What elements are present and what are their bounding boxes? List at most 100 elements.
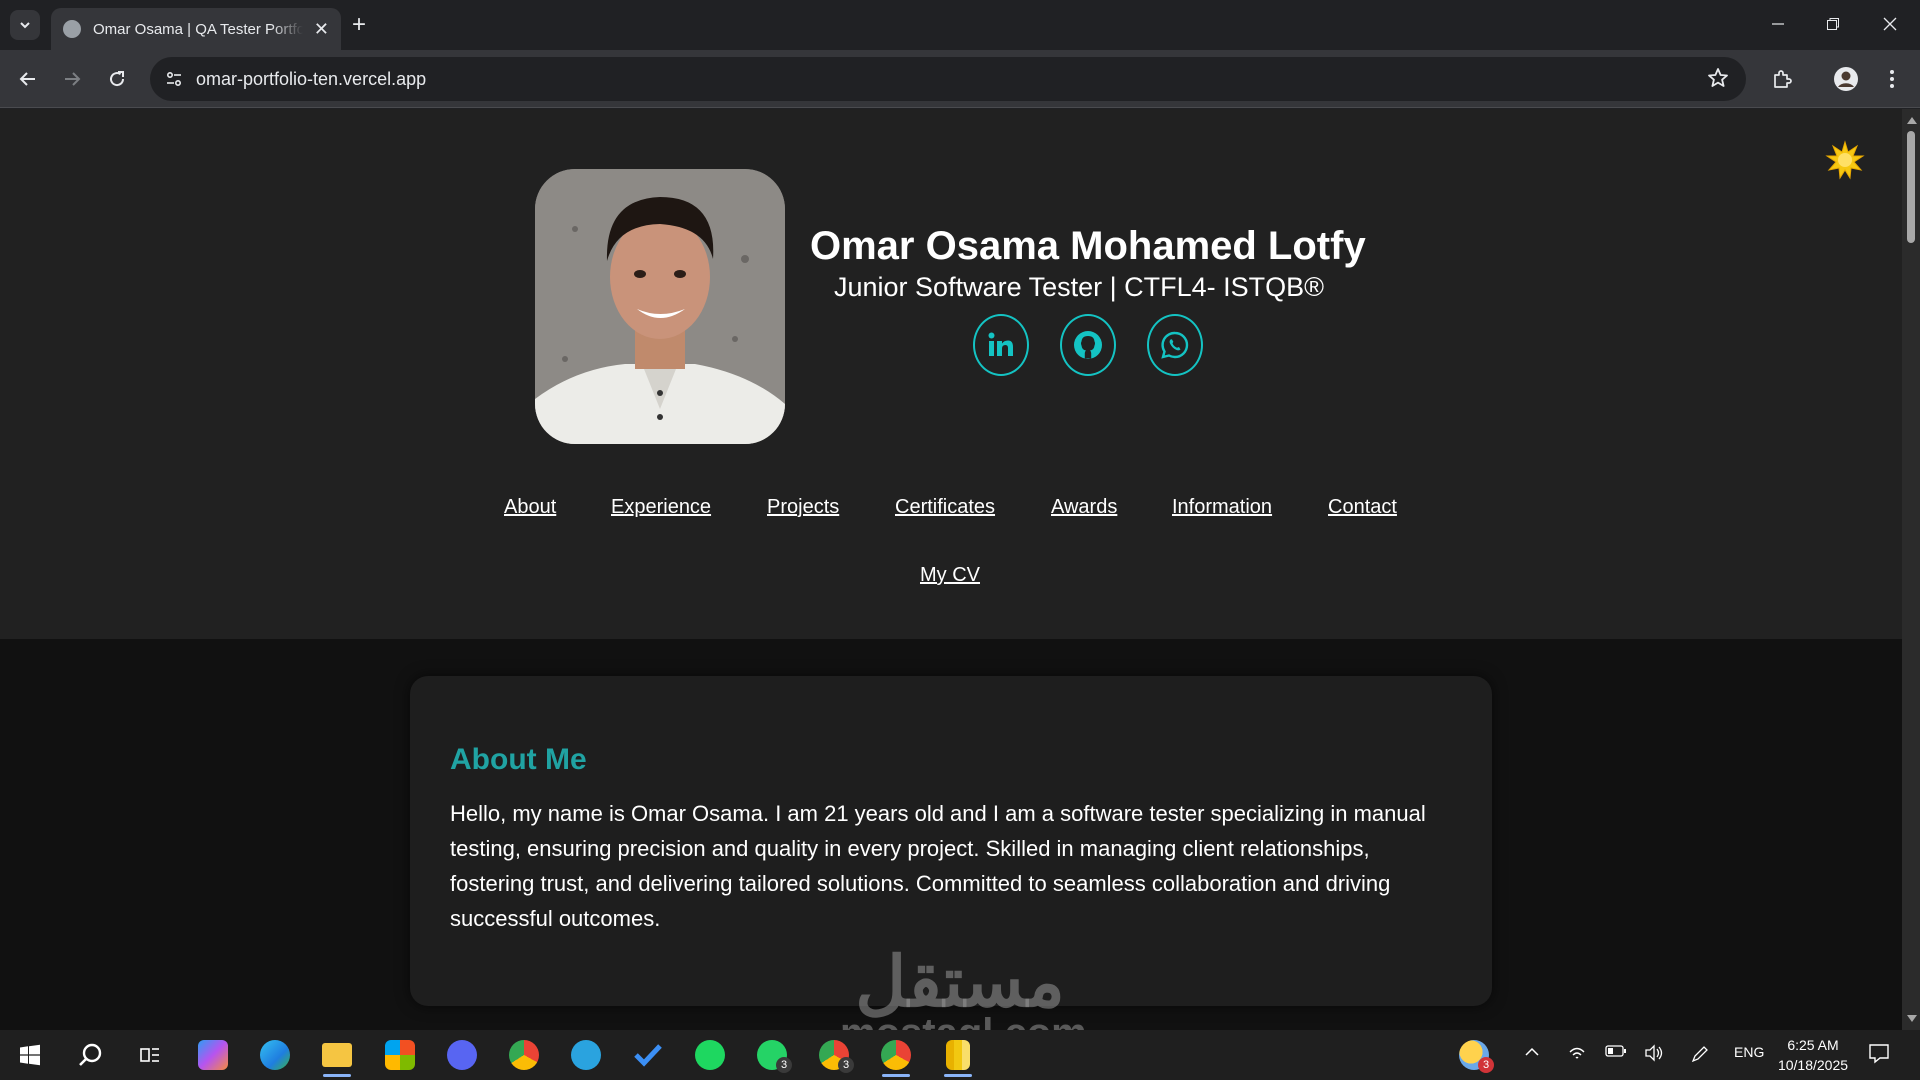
address-bar[interactable]: omar-portfolio-ten.vercel.app [150, 57, 1746, 101]
tab-close-icon[interactable]: ✕ [314, 20, 329, 38]
chrome-active-app[interactable] [876, 1035, 916, 1077]
chrome-icon [509, 1040, 539, 1070]
tab-title: Omar Osama | QA Tester Portfolio [93, 20, 303, 38]
windows-icon [20, 1044, 40, 1066]
clock-time: 6:25 AM [1787, 1037, 1839, 1053]
sun-icon[interactable] [1825, 140, 1865, 180]
discord-icon [447, 1040, 477, 1070]
minimize-icon [1772, 23, 1784, 25]
task-view-icon [140, 1048, 159, 1062]
scroll-up-arrow[interactable] [1907, 117, 1917, 124]
whatsapp-badge: 3 [776, 1057, 792, 1073]
scroll-thumb[interactable] [1907, 131, 1915, 243]
telegram-app[interactable] [566, 1035, 606, 1075]
restore-icon [1827, 18, 1839, 30]
volume-icon[interactable] [1644, 1044, 1664, 1065]
profile-name: Omar Osama Mohamed Lotfy [810, 224, 1366, 268]
forward-button[interactable] [56, 63, 88, 95]
profile-photo [535, 169, 785, 444]
page-viewport: Omar Osama Mohamed Lotfy Junior Software… [0, 109, 1902, 1030]
chevron-down-icon [20, 22, 30, 29]
notification-center-icon[interactable] [1868, 1042, 1890, 1067]
task-view-button[interactable] [130, 1035, 170, 1075]
weather-badge: 3 [1478, 1057, 1494, 1073]
chevron-up-icon[interactable] [1524, 1044, 1540, 1063]
clock-date: 10/18/2025 [1777, 1057, 1849, 1073]
battery-icon[interactable] [1605, 1044, 1627, 1061]
nav-experience[interactable]: Experience [611, 496, 711, 519]
url-text[interactable]: omar-portfolio-ten.vercel.app [196, 69, 426, 90]
store-icon [385, 1040, 415, 1070]
chrome-profile-app[interactable]: 3 [814, 1035, 854, 1075]
search-icon [79, 1043, 102, 1066]
nav-awards[interactable]: Awards [1051, 496, 1117, 519]
browser-toolbar: omar-portfolio-ten.vercel.app [0, 50, 1920, 108]
folder-icon [322, 1043, 352, 1067]
todo-app[interactable] [628, 1035, 668, 1075]
pen-icon[interactable] [1690, 1044, 1710, 1067]
search-button[interactable] [70, 1035, 110, 1075]
back-button[interactable] [12, 63, 44, 95]
github-link[interactable] [1060, 314, 1116, 376]
nav-contact[interactable]: Contact [1328, 496, 1397, 519]
active-app-indicator [882, 1074, 910, 1077]
chrome-app[interactable] [504, 1035, 544, 1075]
language-indicator[interactable]: ENG [1734, 1044, 1764, 1060]
windows-taskbar: 3 3 3 ENG 6:25 AM 10/18/2025 [0, 1030, 1920, 1080]
linkedin-link[interactable] [973, 314, 1029, 376]
minimize-button[interactable] [1758, 10, 1798, 38]
whatsapp-link[interactable] [1147, 314, 1203, 376]
telegram-icon [571, 1040, 601, 1070]
start-button[interactable] [10, 1035, 50, 1075]
restore-button[interactable] [1813, 10, 1853, 38]
network-icon[interactable] [1568, 1044, 1586, 1065]
weather-widget[interactable]: 3 [1454, 1035, 1494, 1075]
active-app-indicator [944, 1074, 972, 1077]
profile-avatar[interactable] [1830, 63, 1862, 95]
reload-icon [110, 71, 125, 87]
mostaql-watermark: مستقل mostaql.com [840, 947, 1087, 1030]
edge-app[interactable] [255, 1035, 295, 1075]
nav-projects[interactable]: Projects [767, 496, 839, 519]
avatar-icon [1834, 67, 1858, 91]
about-title: About Me [450, 743, 587, 776]
power-bi-app[interactable] [938, 1035, 978, 1077]
chrome-badge: 3 [838, 1057, 854, 1073]
globe-icon [63, 20, 81, 38]
page-scrollbar[interactable] [1902, 109, 1920, 1030]
nav-my-cv[interactable]: My CV [920, 564, 980, 587]
puzzle-icon [1774, 70, 1792, 88]
site-info-button[interactable] [160, 65, 188, 93]
new-tab-button[interactable]: + [352, 12, 366, 38]
browser-tab-active[interactable]: Omar Osama | QA Tester Portfolio ✕ [51, 8, 341, 50]
tab-search-button[interactable] [10, 10, 40, 40]
file-explorer-app[interactable] [317, 1035, 357, 1077]
copilot-app[interactable] [193, 1035, 233, 1075]
about-text: Hello, my name is Omar Osama. I am 21 ye… [450, 801, 1426, 931]
extensions-button[interactable] [1766, 63, 1798, 95]
nav-about[interactable]: About [504, 496, 556, 519]
tune-icon [166, 71, 182, 87]
profile-subtitle: Junior Software Tester | CTFL4- ISTQB® [834, 272, 1325, 302]
portfolio-header: Omar Osama Mohamed Lotfy Junior Software… [0, 109, 1902, 639]
linkedin-icon [988, 332, 1013, 356]
discord-app[interactable] [442, 1035, 482, 1075]
power-bi-icon [946, 1040, 970, 1070]
arrow-left-icon [19, 72, 35, 86]
active-app-indicator [323, 1074, 351, 1077]
reload-button[interactable] [101, 63, 133, 95]
microsoft-store-app[interactable] [380, 1035, 420, 1075]
nav-certificates[interactable]: Certificates [895, 496, 995, 519]
whatsapp-app[interactable]: 3 [752, 1035, 792, 1075]
bookmark-star-icon[interactable] [1706, 66, 1730, 95]
system-clock[interactable]: 6:25 AM 10/18/2025 [1768, 1035, 1858, 1075]
scroll-down-arrow[interactable] [1907, 1015, 1917, 1022]
arrow-right-icon [65, 72, 81, 86]
spotify-app[interactable] [690, 1035, 730, 1075]
close-window-button[interactable] [1870, 10, 1910, 38]
github-icon [1074, 331, 1102, 359]
nav-information[interactable]: Information [1172, 496, 1272, 519]
browser-menu-button[interactable] [1876, 63, 1908, 95]
close-icon [1883, 17, 1897, 31]
chrome-active-icon [881, 1040, 911, 1070]
